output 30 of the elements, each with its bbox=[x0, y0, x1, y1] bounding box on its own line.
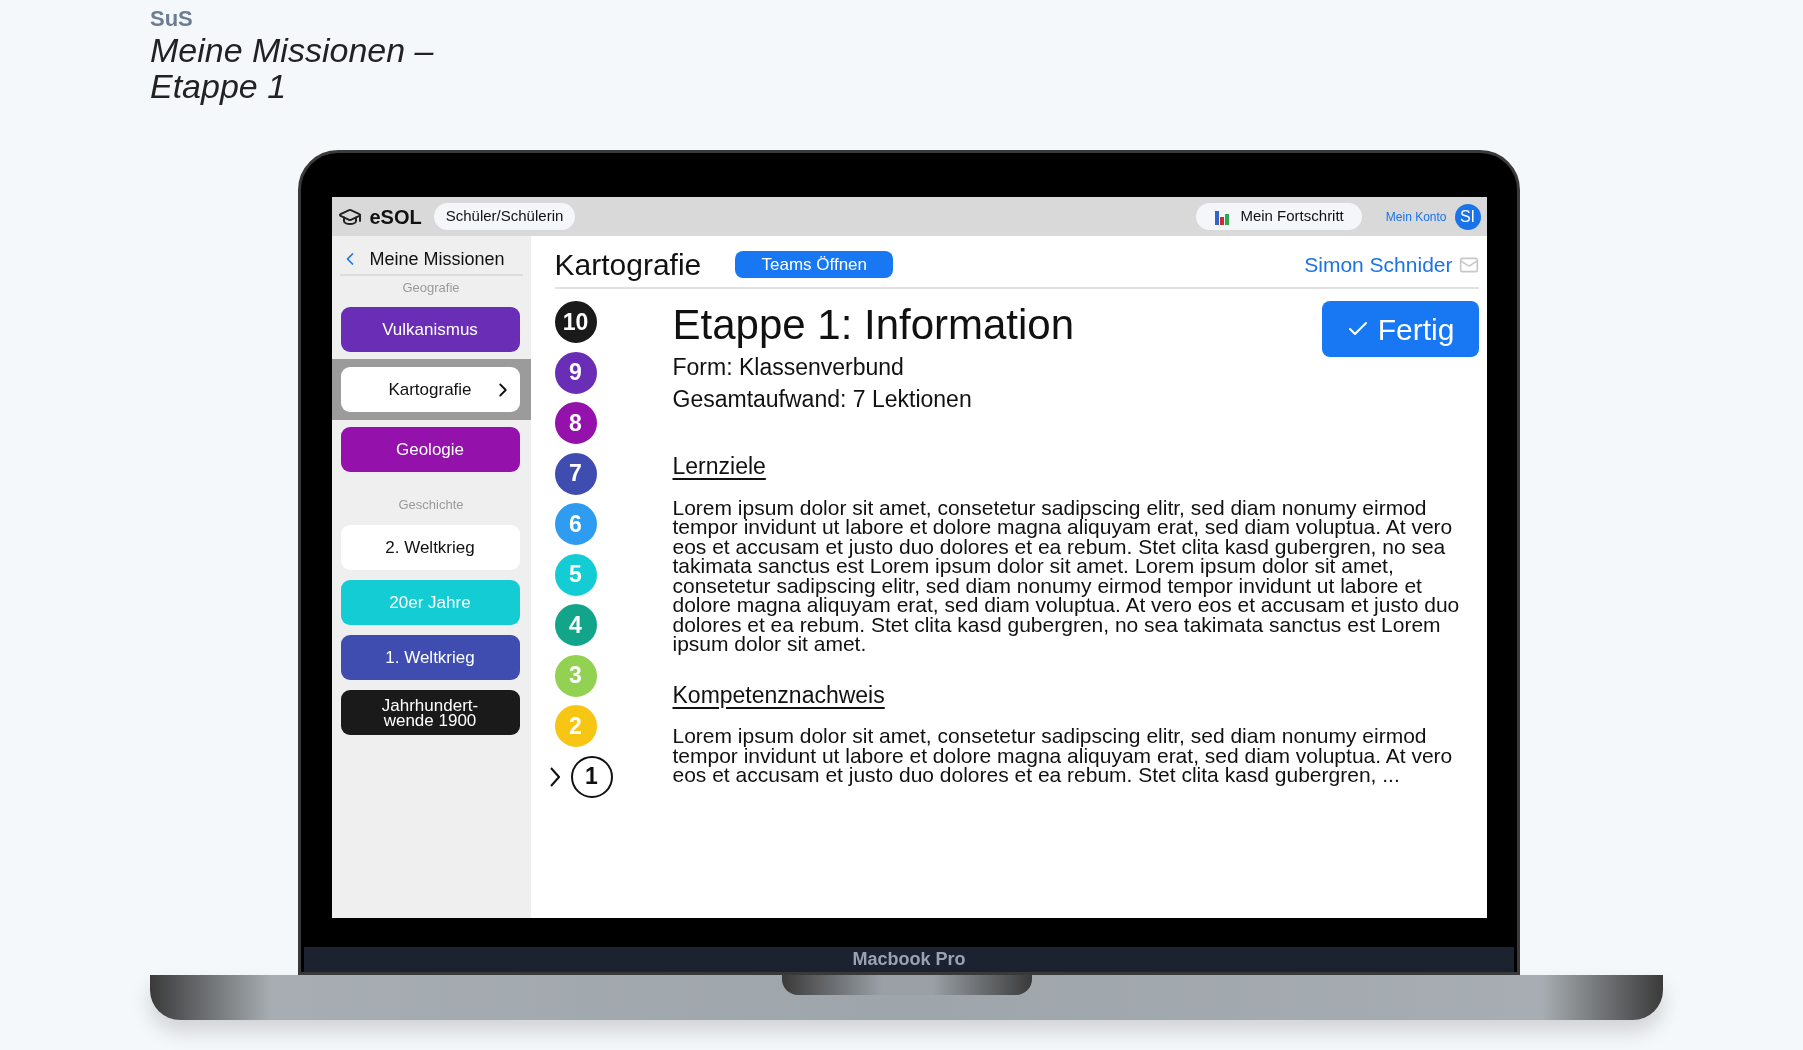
device-label: Macbook Pro bbox=[852, 948, 966, 971]
bar-chart-icon bbox=[1214, 208, 1231, 225]
progress-button[interactable]: Mein Fortschritt bbox=[1196, 203, 1362, 230]
teacher-link[interactable]: Simon Schnider bbox=[1304, 248, 1453, 281]
group-heading: Geografie bbox=[402, 279, 460, 297]
mission-title: Kartografie bbox=[554, 247, 702, 283]
avatar[interactable]: SI bbox=[1454, 203, 1481, 230]
section-label: SuS bbox=[150, 6, 193, 32]
page-title: Meine Missionen – bbox=[150, 32, 434, 68]
mission-button[interactable]: 1. Weltkrieg bbox=[340, 635, 520, 680]
mission-button[interactable]: Kartografie bbox=[340, 366, 520, 412]
section-text: Lorem ipsum dolor sit amet, consetetur sadipscing elitr, sed diam nonumy eirmod tempor invidunt ut labore et dolore magna aliquyam erat, sed diam voluptua. At vero eos et accusam et justo duo dolores et ea rebum. Stet clita kasd gubergren, ... bbox=[672, 726, 1454, 785]
chevron-icon bbox=[549, 766, 560, 787]
mission-button[interactable]: Jahrhundert-wende 1900 bbox=[340, 690, 520, 735]
section-heading: Kompetenznachweis bbox=[672, 680, 885, 710]
section-text: Lorem ipsum dolor sit amet, consetetur sadipscing elitr, sed diam nonumy eirmod tempor invidunt ut labore et dolore magna aliquyam erat, sed diam voluptua. At vero eos et accusam et justo duo dolores et ea rebum. Stet clita kasd gubergren, no sea takimata sanctus est Lorem ipsum dolor sit amet. Lorem ipsum dolor sit amet, consetetur sadipscing elitr, sed diam nonumy eirmod tempor invidunt ut labore et dolore magna aliquyam erat, sed diam voluptua. At vero eos et accusam et justo duo dolores et ea rebum. Stet clita kasd gubergren, no sea takimata sanctus est Lorem ipsum dolor sit amet. bbox=[672, 497, 1461, 654]
mission-button[interactable]: Vulkanismus bbox=[340, 306, 520, 352]
app-logo: eSOL bbox=[369, 204, 422, 230]
back-link[interactable]: Meine Missionen bbox=[339, 244, 523, 276]
done-button[interactable]: Fertig bbox=[1321, 301, 1479, 357]
group-heading: Geschichte bbox=[398, 495, 464, 514]
section-heading: Lernziele bbox=[672, 452, 766, 481]
form-label: Form: Klassenverbund bbox=[672, 353, 904, 382]
page-title: Etappe 1 bbox=[150, 68, 287, 104]
teams-button[interactable]: Teams Öffnen bbox=[735, 251, 894, 278]
mission-button[interactable]: 2. Weltkrieg bbox=[340, 525, 520, 570]
effort-label: Gesamtaufwand: 7 Lektionen bbox=[672, 385, 972, 414]
mission-button[interactable]: Geologie bbox=[340, 426, 520, 472]
stage-title: Etappe 1: Information bbox=[672, 301, 1075, 349]
role-badge: Schüler/Schülerin bbox=[433, 203, 576, 230]
